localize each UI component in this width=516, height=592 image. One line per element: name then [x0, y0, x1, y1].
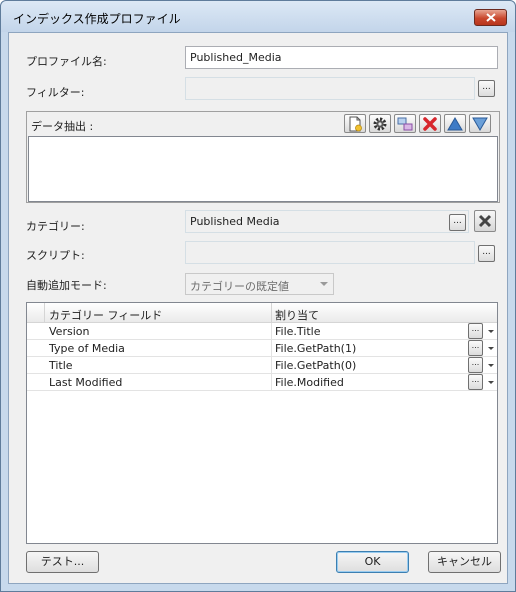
move-down-icon: [472, 117, 488, 131]
chevron-down-icon: [320, 282, 328, 286]
category-field-grid: カテゴリー フィールド 割り当て Version File.Title ... …: [26, 302, 498, 544]
profile-name-input[interactable]: Published_Media: [185, 46, 498, 69]
assignment-value[interactable]: File.GetPath(0): [275, 359, 356, 372]
gear-icon: [373, 117, 387, 130]
column-header-assignment[interactable]: 割り当て: [275, 307, 319, 323]
close-icon: [485, 13, 496, 22]
chevron-down-icon[interactable]: [488, 364, 494, 367]
chevron-down-icon[interactable]: [488, 347, 494, 350]
assignment-browse-button[interactable]: ...: [468, 357, 483, 373]
delete-icon: [423, 116, 437, 131]
assignment-browse-button[interactable]: ...: [468, 340, 483, 356]
move-down-button[interactable]: [469, 114, 491, 133]
chevron-down-icon[interactable]: [488, 330, 494, 333]
category-label: カテゴリー:: [26, 220, 85, 233]
field-name: Type of Media: [49, 342, 125, 355]
settings-button[interactable]: [369, 114, 391, 133]
field-name: Title: [49, 359, 73, 372]
assignment-value[interactable]: File.Modified: [275, 376, 344, 389]
auto-add-mode-select[interactable]: カテゴリーの既定値: [185, 273, 334, 295]
field-name: Last Modified: [49, 376, 123, 389]
data-extraction-list[interactable]: [28, 136, 498, 202]
new-extraction-button[interactable]: [344, 114, 366, 133]
cell-divider: [271, 374, 272, 391]
window-title: インデックス作成プロファイル: [13, 12, 181, 26]
clear-category-button[interactable]: [474, 210, 496, 232]
cancel-button[interactable]: キャンセル: [428, 551, 501, 573]
test-button[interactable]: テスト...: [26, 551, 99, 573]
new-icon: [349, 116, 362, 131]
cell-divider: [271, 323, 272, 340]
profile-name-label: プロファイル名:: [26, 55, 107, 68]
transform-button[interactable]: [394, 114, 416, 133]
indexing-profile-dialog: インデックス作成プロファイル プロファイル名: Published_Media …: [0, 0, 516, 592]
table-row[interactable]: Type of Media File.GetPath(1) ...: [27, 340, 497, 357]
column-header-category-field[interactable]: カテゴリー フィールド: [49, 307, 162, 323]
assignment-browse-button[interactable]: ...: [468, 323, 483, 339]
assignment-value[interactable]: File.GetPath(1): [275, 342, 356, 355]
assignment-value[interactable]: File.Title: [275, 325, 320, 338]
table-row[interactable]: Title File.GetPath(0) ...: [27, 357, 497, 374]
cell-divider: [271, 357, 272, 374]
grid-header: カテゴリー フィールド 割り当て: [27, 303, 497, 323]
cell-divider: [271, 340, 272, 357]
filter-input[interactable]: [185, 77, 475, 100]
close-icon: [478, 214, 492, 228]
move-up-icon: [447, 116, 463, 130]
table-row[interactable]: Last Modified File.Modified ...: [27, 374, 497, 391]
field-name: Version: [49, 325, 90, 338]
ok-button[interactable]: OK: [336, 551, 409, 573]
data-extraction-group: データ抽出 :: [26, 111, 500, 203]
header-divider: [271, 303, 272, 323]
dialog-body: プロファイル名: Published_Media フィルター: ... データ抽…: [8, 32, 508, 584]
header-divider: [44, 303, 45, 323]
filter-label: フィルター:: [26, 86, 85, 99]
title-bar[interactable]: インデックス作成プロファイル: [1, 1, 515, 32]
filter-browse-button[interactable]: ...: [478, 80, 495, 97]
category-input[interactable]: Published Media: [185, 210, 469, 233]
close-button[interactable]: [474, 9, 507, 26]
category-browse-button[interactable]: ...: [449, 214, 466, 231]
script-browse-button[interactable]: ...: [478, 245, 495, 262]
assignment-browse-button[interactable]: ...: [468, 374, 483, 390]
data-extraction-label: データ抽出 :: [31, 120, 94, 133]
script-input[interactable]: [185, 241, 475, 264]
script-label: スクリプト:: [26, 249, 85, 262]
auto-add-mode-value: カテゴリーの既定値: [190, 280, 289, 293]
chevron-down-icon[interactable]: [488, 381, 494, 384]
move-up-button[interactable]: [444, 114, 466, 133]
delete-extraction-button[interactable]: [419, 114, 441, 133]
table-row[interactable]: Version File.Title ...: [27, 323, 497, 340]
transform-icon: [397, 117, 413, 130]
auto-add-mode-label: 自動追加モード:: [26, 279, 107, 292]
